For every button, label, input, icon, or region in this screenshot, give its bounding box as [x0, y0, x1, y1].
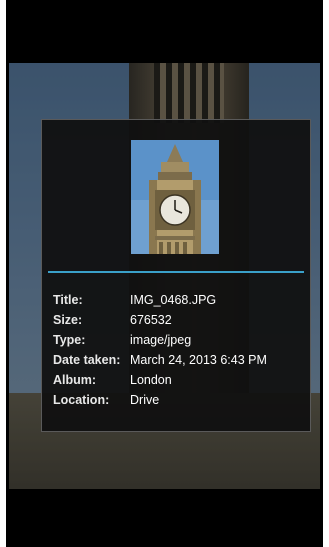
- detail-value: March 24, 2013 6:43 PM: [130, 353, 267, 367]
- clock-tower-thumbnail-image: [131, 140, 219, 254]
- detail-value: Drive: [130, 393, 160, 407]
- detail-row-location: Location: Drive: [53, 390, 303, 410]
- detail-label: Size:: [53, 313, 83, 327]
- detail-row-album: Album: London: [53, 370, 303, 390]
- detail-row-title: Title: IMG_0468.JPG: [53, 290, 303, 310]
- detail-value: 676532: [130, 313, 172, 327]
- detail-row-type: Type: image/jpeg: [53, 330, 303, 350]
- detail-row-size: Size: 676532: [53, 310, 303, 330]
- detail-label: Album:: [53, 373, 97, 387]
- detail-value: IMG_0468.JPG: [130, 293, 217, 307]
- device-screen: Title: IMG_0468.JPG Size: 676532 Type: i…: [6, 0, 323, 547]
- detail-label: Title:: [53, 293, 83, 307]
- detail-label: Date taken:: [53, 353, 121, 367]
- detail-label: Location:: [53, 393, 110, 407]
- detail-value: London: [130, 373, 172, 387]
- photo-details-dialog: Title: IMG_0468.JPG Size: 676532 Type: i…: [41, 119, 311, 432]
- details-list: Title: IMG_0468.JPG Size: 676532 Type: i…: [53, 290, 303, 410]
- detail-value: image/jpeg: [130, 333, 192, 347]
- dialog-divider: [48, 271, 304, 273]
- photo-thumbnail: [131, 140, 219, 254]
- detail-row-date-taken: Date taken: March 24, 2013 6:43 PM: [53, 350, 303, 370]
- detail-label: Type:: [53, 333, 86, 347]
